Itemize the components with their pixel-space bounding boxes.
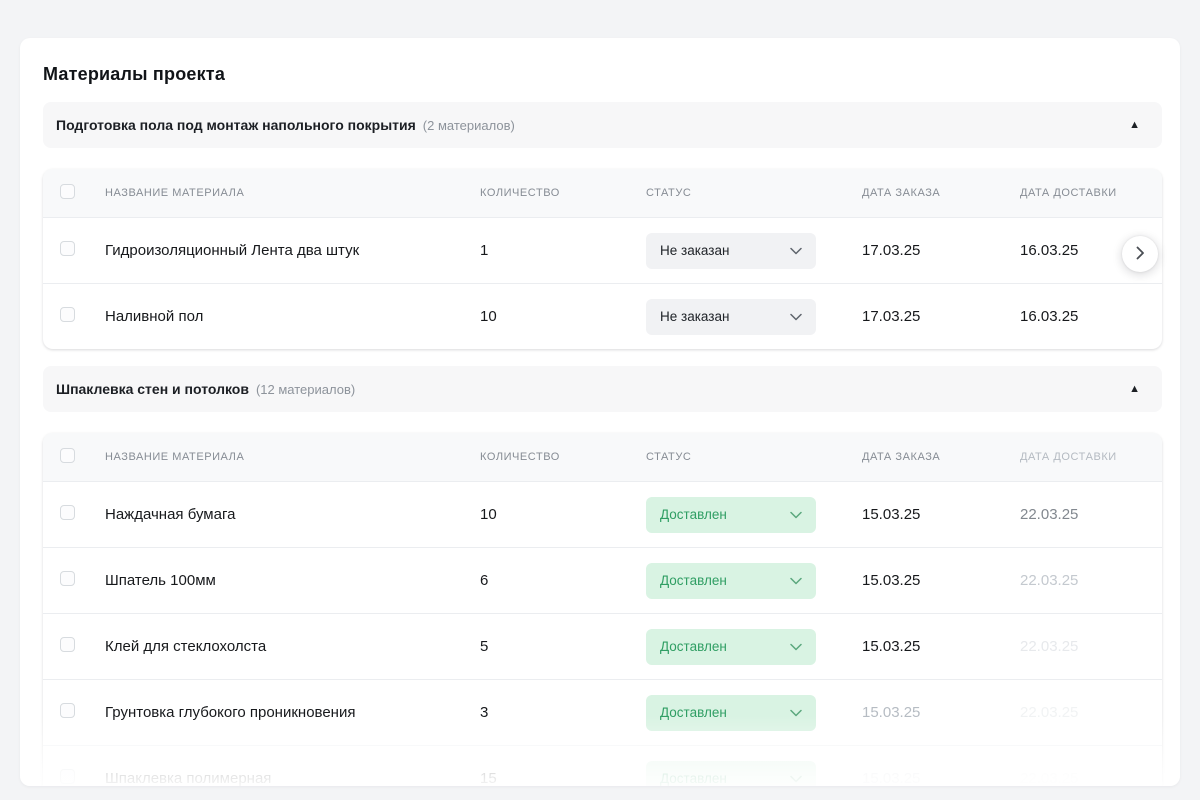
material-quantity: 6 bbox=[480, 572, 646, 589]
chevron-down-icon bbox=[790, 643, 802, 651]
status-select[interactable]: Доставлен bbox=[646, 629, 816, 665]
table-header-row: НАЗВАНИЕ МАТЕРИАЛА КОЛИЧЕСТВО СТАТУС ДАТ… bbox=[43, 433, 1162, 481]
section-header-floor-prep[interactable]: Подготовка пола под монтаж напольного по… bbox=[43, 102, 1162, 148]
status-select[interactable]: Доставлен bbox=[646, 695, 816, 731]
col-header-order-date: ДАТА ЗАКАЗА bbox=[862, 187, 1020, 199]
section-count: (2 материалов) bbox=[423, 118, 515, 133]
status-label: Доставлен bbox=[660, 705, 727, 720]
table-row: Грунтовка глубокого проникновения 3 Дост… bbox=[43, 679, 1162, 745]
col-header-name: НАЗВАНИЕ МАТЕРИАЛА bbox=[105, 451, 480, 463]
status-select[interactable]: Доставлен bbox=[646, 761, 816, 787]
section-title: Шпаклевка стен и потолков bbox=[56, 381, 249, 397]
col-header-delivery-date: ДАТА ДОСТАВКИ bbox=[1020, 451, 1162, 463]
delivery-date: 22.03.25 bbox=[1020, 506, 1162, 523]
row-checkbox[interactable] bbox=[60, 241, 75, 256]
materials-table-1: НАЗВАНИЕ МАТЕРИАЛА КОЛИЧЕСТВО СТАТУС ДАТ… bbox=[43, 169, 1162, 349]
material-name: Грунтовка глубокого проникновения bbox=[105, 704, 480, 721]
order-date: 17.03.25 bbox=[862, 242, 1020, 259]
order-date: 15.03.25 bbox=[862, 770, 1020, 786]
row-checkbox[interactable] bbox=[60, 703, 75, 718]
chevron-right-icon bbox=[1136, 246, 1145, 263]
material-name: Наждачная бумага bbox=[105, 506, 480, 523]
delivery-date: 22.03.25 bbox=[1020, 704, 1162, 721]
material-quantity: 1 bbox=[480, 242, 646, 259]
delivery-date: 22.03.25 bbox=[1020, 638, 1162, 655]
table-row: Наждачная бумага 10 Доставлен 15.03.25 2… bbox=[43, 481, 1162, 547]
section-count: (12 материалов) bbox=[256, 382, 355, 397]
material-name: Клей для стеклохолста bbox=[105, 638, 480, 655]
delivery-date: 22.03.25 bbox=[1020, 770, 1162, 786]
order-date: 15.03.25 bbox=[862, 506, 1020, 523]
collapse-arrow-icon: ▲ bbox=[1129, 383, 1140, 395]
material-quantity: 15 bbox=[480, 770, 646, 786]
select-all-checkbox[interactable] bbox=[60, 448, 75, 463]
chevron-down-icon bbox=[790, 775, 802, 783]
status-select[interactable]: Не заказан bbox=[646, 299, 816, 335]
delivery-date: 16.03.25 bbox=[1020, 308, 1162, 325]
status-select[interactable]: Доставлен bbox=[646, 497, 816, 533]
order-date: 15.03.25 bbox=[862, 572, 1020, 589]
row-checkbox[interactable] bbox=[60, 637, 75, 652]
material-quantity: 5 bbox=[480, 638, 646, 655]
row-checkbox[interactable] bbox=[60, 505, 75, 520]
collapse-section-button[interactable]: ▲ bbox=[1125, 380, 1144, 399]
status-select[interactable]: Не заказан bbox=[646, 233, 816, 269]
col-header-name: НАЗВАНИЕ МАТЕРИАЛА bbox=[105, 187, 480, 199]
order-date: 15.03.25 bbox=[862, 638, 1020, 655]
table-header-row: НАЗВАНИЕ МАТЕРИАЛА КОЛИЧЕСТВО СТАТУС ДАТ… bbox=[43, 169, 1162, 217]
material-name: Шпатель 100мм bbox=[105, 572, 480, 589]
row-checkbox[interactable] bbox=[60, 769, 75, 784]
col-header-quantity: КОЛИЧЕСТВО bbox=[480, 451, 646, 463]
material-quantity: 10 bbox=[480, 506, 646, 523]
status-label: Доставлен bbox=[660, 507, 727, 522]
chevron-down-icon bbox=[790, 709, 802, 717]
col-header-status: СТАТУС bbox=[646, 451, 862, 463]
order-date: 15.03.25 bbox=[862, 704, 1020, 721]
row-checkbox[interactable] bbox=[60, 571, 75, 586]
status-label: Доставлен bbox=[660, 639, 727, 654]
chevron-down-icon bbox=[790, 511, 802, 519]
scroll-right-button[interactable] bbox=[1122, 236, 1158, 272]
col-header-delivery-date: ДАТА ДОСТАВКИ bbox=[1020, 187, 1162, 199]
status-select[interactable]: Доставлен bbox=[646, 563, 816, 599]
chevron-down-icon bbox=[790, 313, 802, 321]
col-header-quantity: КОЛИЧЕСТВО bbox=[480, 187, 646, 199]
materials-table-2: НАЗВАНИЕ МАТЕРИАЛА КОЛИЧЕСТВО СТАТУС ДАТ… bbox=[43, 433, 1162, 786]
col-header-order-date: ДАТА ЗАКАЗА bbox=[862, 451, 1020, 463]
section-header-putty[interactable]: Шпаклевка стен и потолков (12 материалов… bbox=[43, 366, 1162, 412]
delivery-date: 22.03.25 bbox=[1020, 572, 1162, 589]
row-checkbox[interactable] bbox=[60, 307, 75, 322]
table-row: Гидроизоляционный Лента два штук 1 Не за… bbox=[43, 217, 1162, 283]
select-all-checkbox[interactable] bbox=[60, 184, 75, 199]
collapse-section-button[interactable]: ▲ bbox=[1125, 116, 1144, 135]
material-name: Наливной пол bbox=[105, 308, 480, 325]
status-label: Не заказан bbox=[660, 309, 729, 324]
col-header-status: СТАТУС bbox=[646, 187, 862, 199]
material-quantity: 3 bbox=[480, 704, 646, 721]
section-title: Подготовка пола под монтаж напольного по… bbox=[56, 117, 416, 133]
material-name: Шпаклевка полимерная bbox=[105, 770, 480, 786]
material-quantity: 10 bbox=[480, 308, 646, 325]
materials-panel: Материалы проекта Подготовка пола под мо… bbox=[20, 38, 1180, 786]
collapse-arrow-icon: ▲ bbox=[1129, 119, 1140, 131]
table-row: Шпаклевка полимерная 15 Доставлен 15.03.… bbox=[43, 745, 1162, 786]
chevron-down-icon bbox=[790, 247, 802, 255]
chevron-down-icon bbox=[790, 577, 802, 585]
material-name: Гидроизоляционный Лента два штук bbox=[105, 242, 480, 259]
order-date: 17.03.25 bbox=[862, 308, 1020, 325]
status-label: Не заказан bbox=[660, 243, 729, 258]
table-row: Клей для стеклохолста 5 Доставлен 15.03.… bbox=[43, 613, 1162, 679]
status-label: Доставлен bbox=[660, 771, 727, 786]
page-title: Материалы проекта bbox=[43, 64, 1162, 85]
status-label: Доставлен bbox=[660, 573, 727, 588]
table-row: Шпатель 100мм 6 Доставлен 15.03.25 22.03… bbox=[43, 547, 1162, 613]
table-row: Наливной пол 10 Не заказан 17.03.25 16.0… bbox=[43, 283, 1162, 349]
